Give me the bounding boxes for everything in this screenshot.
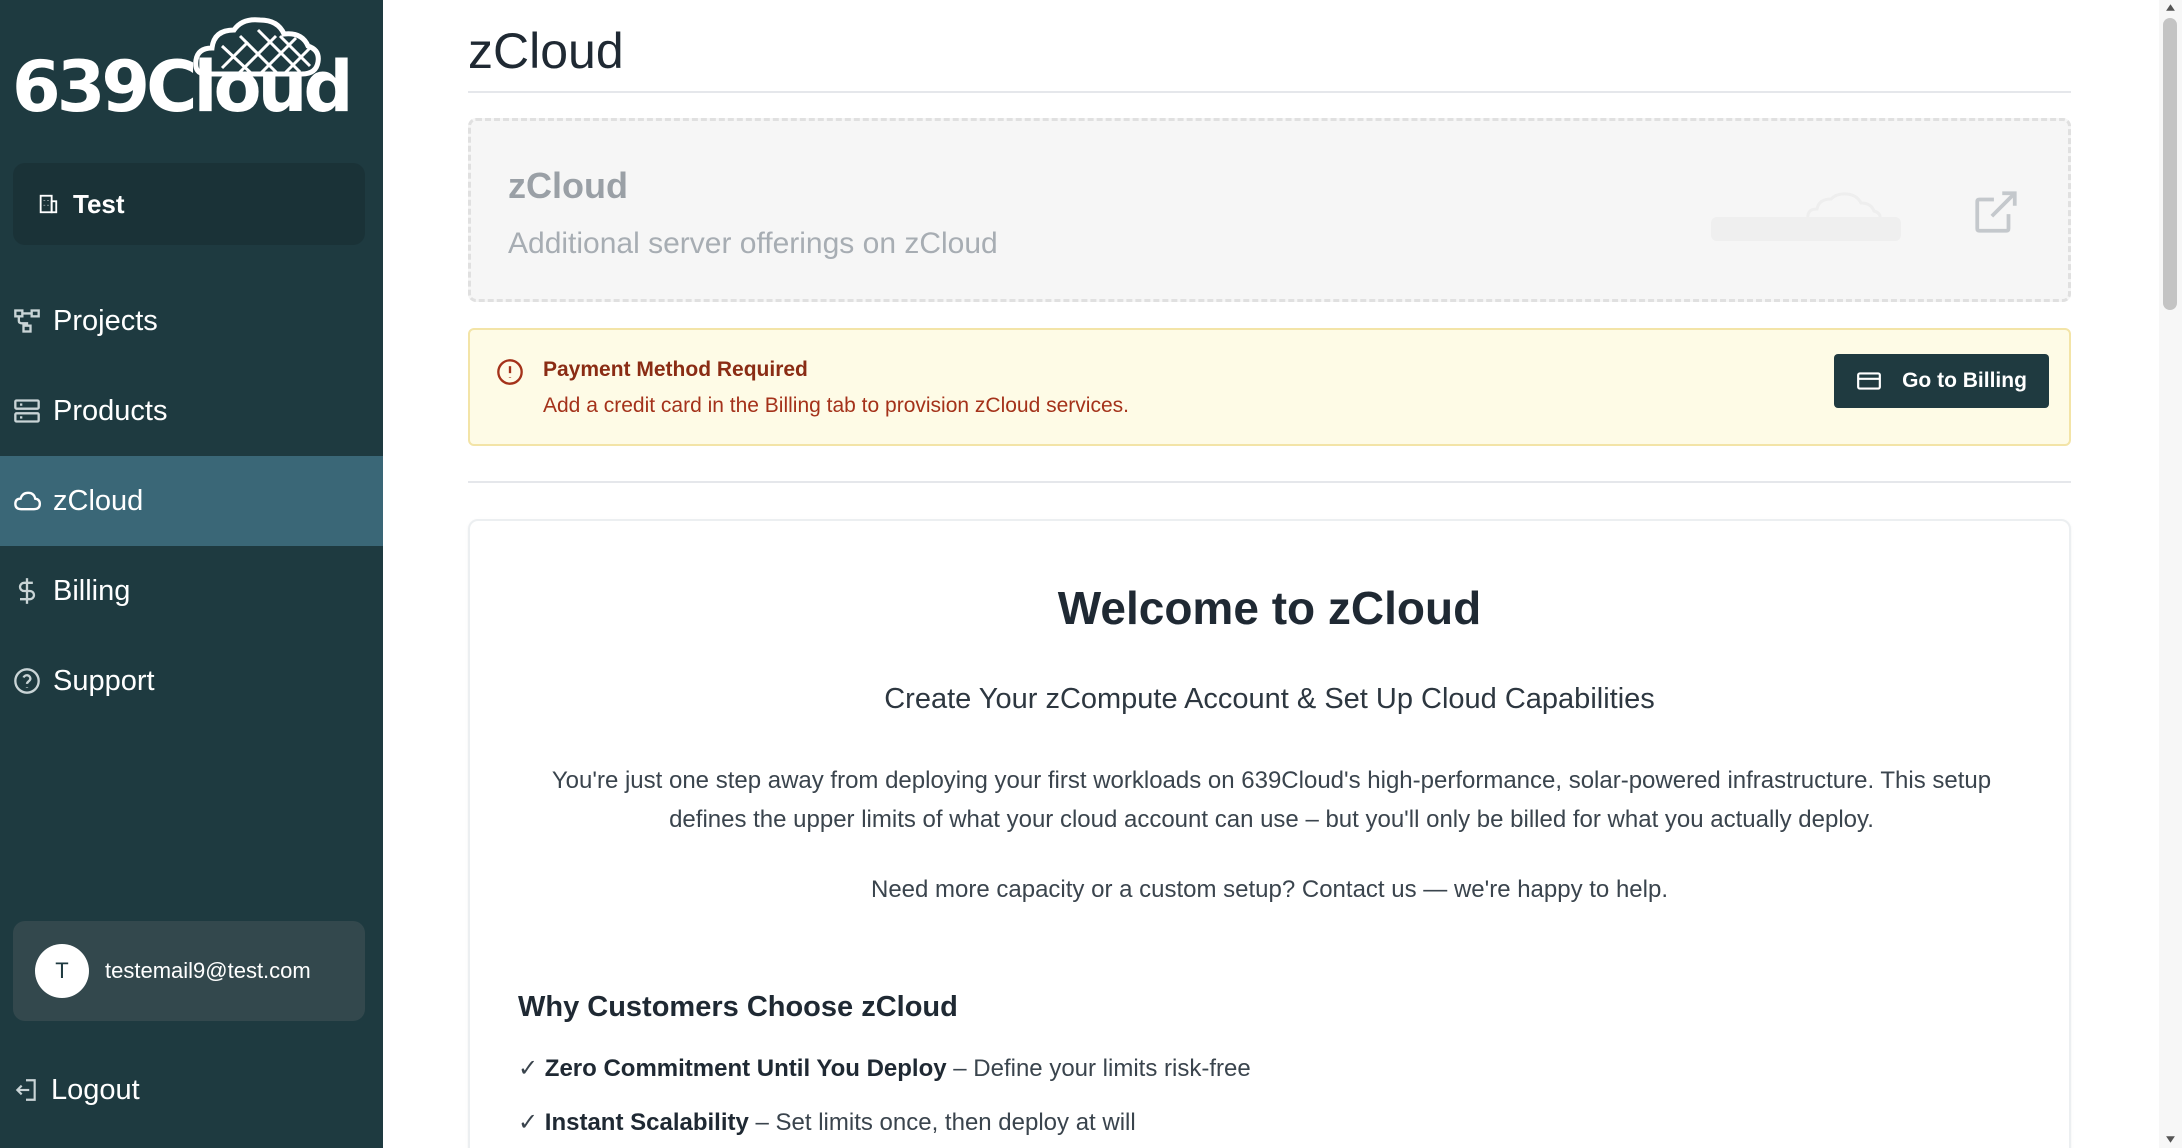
go-to-billing-label: Go to Billing — [1902, 369, 2027, 392]
divider — [468, 91, 2071, 93]
main-content: zCloud zCloud Additional server offering… — [383, 0, 2159, 1148]
benefit-item: ✓ Instant Scalability – Set limits once,… — [518, 1108, 1136, 1137]
sidebar-item-zcloud[interactable]: zCloud — [0, 456, 383, 546]
scroll-down-arrow-icon[interactable] — [2165, 1134, 2176, 1145]
go-to-billing-button[interactable]: Go to Billing — [1834, 354, 2049, 408]
benefit-title: Instant Scalability — [544, 1109, 749, 1136]
user-profile-card[interactable]: T testemail9@test.com — [13, 921, 365, 1021]
sidebar-nav: Projects Products zCloud Billing Support — [0, 276, 383, 726]
sidebar: 639Cloud Test Projects Products zCloud B… — [0, 0, 383, 1148]
avatar: T — [35, 944, 89, 998]
logo-text: 639Cloud — [12, 46, 354, 128]
organization-name: Test — [73, 188, 125, 219]
user-email: testemail9@test.com — [105, 958, 311, 983]
brand-watermark-icon — [1711, 192, 1901, 241]
checkmark: ✓ — [518, 1109, 539, 1136]
welcome-title: Welcome to zCloud — [1057, 582, 1482, 634]
alert-message: Add a credit card in the Billing tab to … — [543, 394, 1129, 417]
product-name: zCloud — [508, 165, 628, 206]
alert-title: Payment Method Required — [543, 358, 808, 381]
product-card-zcloud[interactable]: zCloud Additional server offerings on zC… — [468, 118, 2071, 302]
sidebar-item-billing[interactable]: Billing — [0, 546, 383, 636]
welcome-contact-text: Need more capacity or a custom setup? Co… — [871, 876, 1668, 903]
welcome-subtitle: Create Your zCompute Account & Set Up Cl… — [884, 683, 1655, 715]
logout-label: Logout — [51, 1073, 140, 1106]
why-choose-heading: Why Customers Choose zCloud — [518, 991, 958, 1023]
cloud-icon — [14, 491, 41, 511]
welcome-description: You're just one step away from deploying… — [551, 767, 1992, 833]
projects-icon — [14, 309, 40, 333]
sidebar-item-label: Billing — [53, 574, 131, 607]
benefit-text: – Define your limits risk-free — [946, 1055, 1251, 1082]
server-icon — [14, 399, 40, 423]
dollar-icon — [18, 578, 36, 604]
divider — [468, 481, 2071, 483]
sidebar-item-support[interactable]: Support — [0, 636, 383, 726]
logout-icon — [15, 1079, 36, 1101]
sidebar-item-label: Products — [53, 394, 168, 427]
welcome-card: Welcome to zCloud Create Your zCompute A… — [468, 519, 2071, 1148]
benefit-text: – Set limits once, then deploy at will — [748, 1109, 1136, 1136]
benefit-title: Zero Commitment Until You Deploy — [544, 1055, 947, 1082]
benefit-item: ✓ Zero Commitment Until You Deploy – Def… — [518, 1054, 1251, 1083]
external-link-icon[interactable] — [1971, 187, 2021, 237]
product-description: Additional server offerings on zCloud — [508, 227, 998, 260]
logout-button[interactable]: Logout — [13, 1060, 140, 1120]
page-title: zCloud — [468, 23, 624, 79]
checkmark: ✓ — [518, 1055, 539, 1082]
credit-card-icon — [1857, 372, 1882, 390]
brand-logo[interactable]: 639Cloud — [12, 16, 354, 122]
help-icon — [14, 668, 40, 694]
sidebar-item-projects[interactable]: Projects — [0, 276, 383, 366]
sidebar-item-label: Support — [53, 664, 155, 697]
scroll-up-arrow-icon[interactable] — [2165, 2, 2176, 13]
organization-selector[interactable]: Test — [13, 163, 365, 245]
alert-circle-icon — [497, 359, 523, 385]
sidebar-item-label: zCloud — [53, 484, 144, 517]
sidebar-item-label: Projects — [53, 304, 158, 337]
scrollbar-thumb[interactable] — [2163, 18, 2177, 310]
sidebar-item-products[interactable]: Products — [0, 366, 383, 456]
payment-required-alert: Payment Method Required Add a credit car… — [468, 328, 2071, 446]
building-icon — [39, 194, 58, 214]
page-scrollbar[interactable] — [2159, 0, 2182, 1148]
